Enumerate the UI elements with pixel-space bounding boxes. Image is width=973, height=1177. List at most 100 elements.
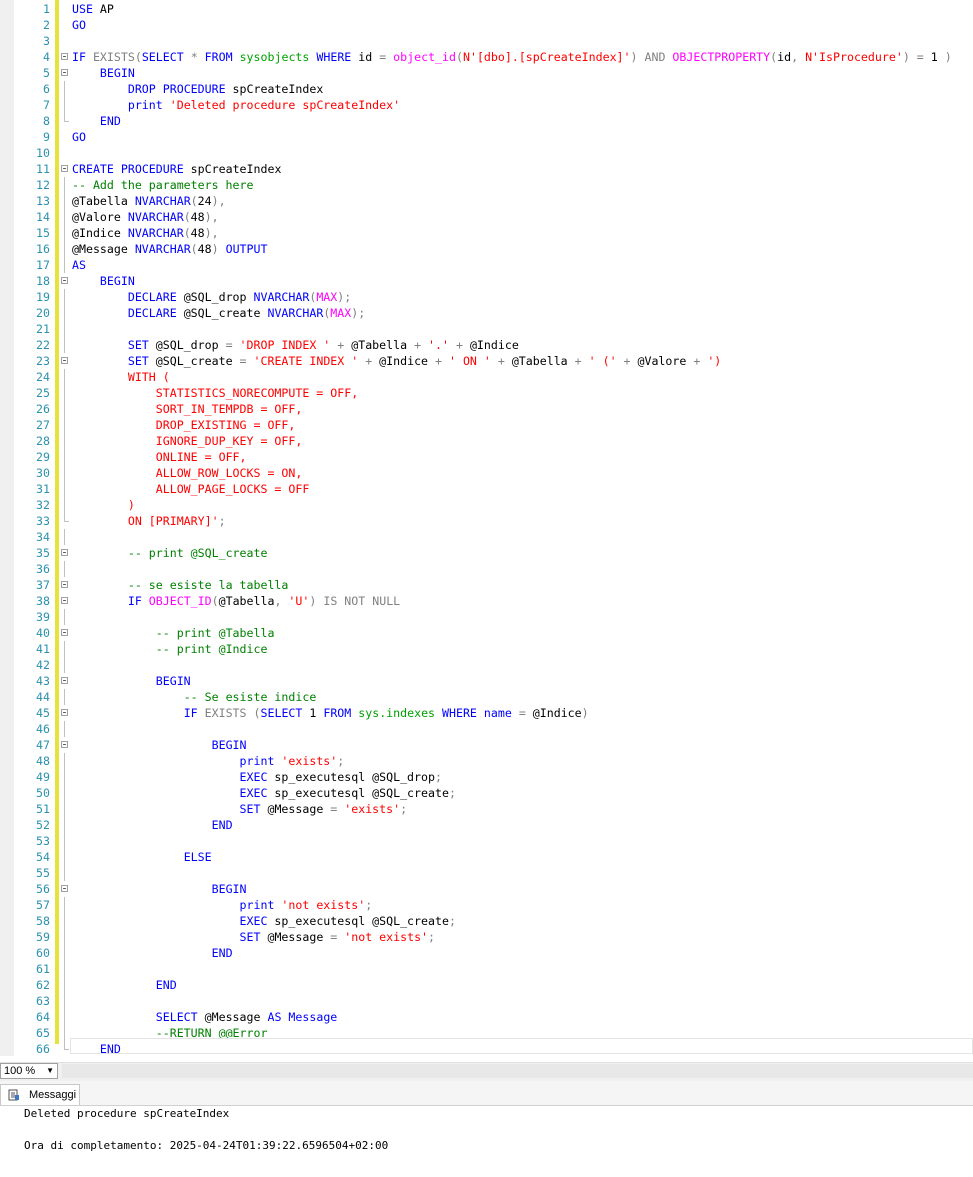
code-line[interactable]: 50 EXEC sp_executesql @SQL_create; xyxy=(0,785,973,801)
code-line[interactable]: 31 ALLOW_PAGE_LOCKS = OFF xyxy=(0,481,973,497)
code-line[interactable]: 43 BEGIN xyxy=(0,673,973,689)
code-line[interactable]: 33 ON [PRIMARY]'; xyxy=(0,513,973,529)
code-line[interactable]: 14 @Valore NVARCHAR(48), xyxy=(0,209,973,225)
collapse-toggle-icon[interactable] xyxy=(61,581,68,588)
code-line[interactable]: 11 CREATE PROCEDURE spCreateIndex xyxy=(0,161,973,177)
code-line[interactable]: 32 ) xyxy=(0,497,973,513)
collapse-toggle-icon[interactable] xyxy=(61,165,68,172)
zoom-dropdown[interactable]: 100 % ▼ xyxy=(0,1063,58,1079)
horizontal-scrollbar[interactable] xyxy=(62,1064,973,1078)
code-line[interactable]: 34 xyxy=(0,529,973,545)
collapse-toggle-icon[interactable] xyxy=(61,277,68,284)
code-token: @Tabella xyxy=(218,594,275,608)
code-line[interactable]: 52 END xyxy=(0,817,973,833)
code-line[interactable]: 35 -- print @SQL_create xyxy=(0,545,973,561)
code-line[interactable]: 46 xyxy=(0,721,973,737)
messages-pane[interactable]: Deleted procedure spCreateIndex Ora di c… xyxy=(0,1106,973,1177)
code-line[interactable]: 47 BEGIN xyxy=(0,737,973,753)
collapse-toggle-icon[interactable] xyxy=(61,549,68,556)
code-line[interactable]: 54 ELSE xyxy=(0,849,973,865)
collapse-toggle-icon[interactable] xyxy=(61,357,68,364)
code-line[interactable]: 28 IGNORE_DUP_KEY = OFF, xyxy=(0,433,973,449)
code-line[interactable]: 64 SELECT @Message AS Message xyxy=(0,1009,973,1025)
collapse-toggle-icon[interactable] xyxy=(61,885,68,892)
collapse-toggle-icon[interactable] xyxy=(61,629,68,636)
code-text: ALLOW_ROW_LOCKS = ON, xyxy=(72,465,303,481)
code-line[interactable]: 53 xyxy=(0,833,973,849)
code-line[interactable]: 36 xyxy=(0,561,973,577)
code-line[interactable]: 10 xyxy=(0,145,973,161)
code-line[interactable]: 5 BEGIN xyxy=(0,65,973,81)
code-line[interactable]: 39 xyxy=(0,609,973,625)
line-number: 57 xyxy=(36,898,50,912)
code-line[interactable]: 18 BEGIN xyxy=(0,273,973,289)
code-line[interactable]: 58 EXEC sp_executesql @SQL_create; xyxy=(0,913,973,929)
code-token: NVARCHAR xyxy=(127,210,184,224)
code-token: USE xyxy=(72,2,93,16)
code-line[interactable]: 16 @Message NVARCHAR(48) OUTPUT xyxy=(0,241,973,257)
code-line[interactable]: 61 xyxy=(0,961,973,977)
code-line[interactable]: 23 SET @SQL_create = 'CREATE INDEX ' + @… xyxy=(0,353,973,369)
collapse-toggle-icon[interactable] xyxy=(61,709,68,716)
line-number: 62 xyxy=(36,978,50,992)
code-token: NOT xyxy=(344,594,366,608)
code-line[interactable]: 62 END xyxy=(0,977,973,993)
collapse-toggle-icon[interactable] xyxy=(61,741,68,748)
code-line[interactable]: 63 xyxy=(0,993,973,1009)
code-line[interactable]: 44 -- Se esiste indice xyxy=(0,689,973,705)
outline-guide xyxy=(64,257,65,273)
line-number: 43 xyxy=(36,674,50,688)
collapse-toggle-icon[interactable] xyxy=(61,677,68,684)
code-line[interactable]: 1 USE AP xyxy=(0,1,973,17)
code-line[interactable]: 45 IF EXISTS (SELECT 1 FROM sys.indexes … xyxy=(0,705,973,721)
code-line[interactable]: 3 xyxy=(0,33,973,49)
code-line[interactable]: 51 SET @Message = 'exists'; xyxy=(0,801,973,817)
code-line[interactable]: 56 BEGIN xyxy=(0,881,973,897)
code-line[interactable]: 15 @Indice NVARCHAR(48), xyxy=(0,225,973,241)
code-line[interactable]: 9 GO xyxy=(0,129,973,145)
code-line[interactable]: 55 xyxy=(0,865,973,881)
code-line[interactable]: 38 IF OBJECT_ID(@Tabella, 'U') IS NOT NU… xyxy=(0,593,973,609)
code-line[interactable]: 40 -- print @Tabella xyxy=(0,625,973,641)
code-line[interactable]: 20 DECLARE @SQL_create NVARCHAR(MAX); xyxy=(0,305,973,321)
code-line[interactable]: 29 ONLINE = OFF, xyxy=(0,449,973,465)
code-line[interactable]: 17 AS xyxy=(0,257,973,273)
code-line[interactable]: 22 SET @SQL_drop = 'DROP INDEX ' + @Tabe… xyxy=(0,337,973,353)
code-line[interactable]: 27 DROP_EXISTING = OFF, xyxy=(0,417,973,433)
line-number: 36 xyxy=(36,562,50,576)
code-line[interactable]: 59 SET @Message = 'not exists'; xyxy=(0,929,973,945)
code-line[interactable]: 26 SORT_IN_TEMPDB = OFF, xyxy=(0,401,973,417)
code-line[interactable]: 24 WITH ( xyxy=(0,369,973,385)
code-line[interactable]: 13 @Tabella NVARCHAR(24), xyxy=(0,193,973,209)
code-line[interactable]: 12 -- Add the parameters here xyxy=(0,177,973,193)
code-line[interactable]: 57 print 'not exists'; xyxy=(0,897,973,913)
code-line[interactable]: 25 STATISTICS_NORECOMPUTE = OFF, xyxy=(0,385,973,401)
code-line[interactable]: 48 print 'exists'; xyxy=(0,753,973,769)
code-line[interactable]: 21 xyxy=(0,321,973,337)
code-token: ( xyxy=(183,226,191,240)
code-line[interactable]: 60 END xyxy=(0,945,973,961)
code-line[interactable]: 2 GO xyxy=(0,17,973,33)
tab-messages[interactable]: Messaggi xyxy=(0,1084,80,1105)
code-line[interactable]: 7 print 'Deleted procedure spCreateIndex… xyxy=(0,97,973,113)
code-line[interactable]: 41 -- print @Indice xyxy=(0,641,973,657)
code-line[interactable]: 37 -- se esiste la tabella xyxy=(0,577,973,593)
code-line[interactable]: 19 DECLARE @SQL_drop NVARCHAR(MAX); xyxy=(0,289,973,305)
code-line[interactable]: 30 ALLOW_ROW_LOCKS = ON, xyxy=(0,465,973,481)
code-line[interactable]: 42 xyxy=(0,657,973,673)
collapse-toggle-icon[interactable] xyxy=(61,597,68,604)
code-line[interactable]: 49 EXEC sp_executesql @SQL_drop; xyxy=(0,769,973,785)
code-line[interactable]: 8 END xyxy=(0,113,973,129)
collapse-toggle-icon[interactable] xyxy=(61,53,68,60)
code-line[interactable]: 6 DROP PROCEDURE spCreateIndex xyxy=(0,81,973,97)
code-editor[interactable]: 1 USE AP 2 GO 3 4 IF EXISTS(SELECT * FROM syso… xyxy=(0,0,973,1056)
collapse-toggle-icon[interactable] xyxy=(61,69,68,76)
code-line[interactable]: 4 IF EXISTS(SELECT * FROM sysobjects WHER… xyxy=(0,49,973,65)
